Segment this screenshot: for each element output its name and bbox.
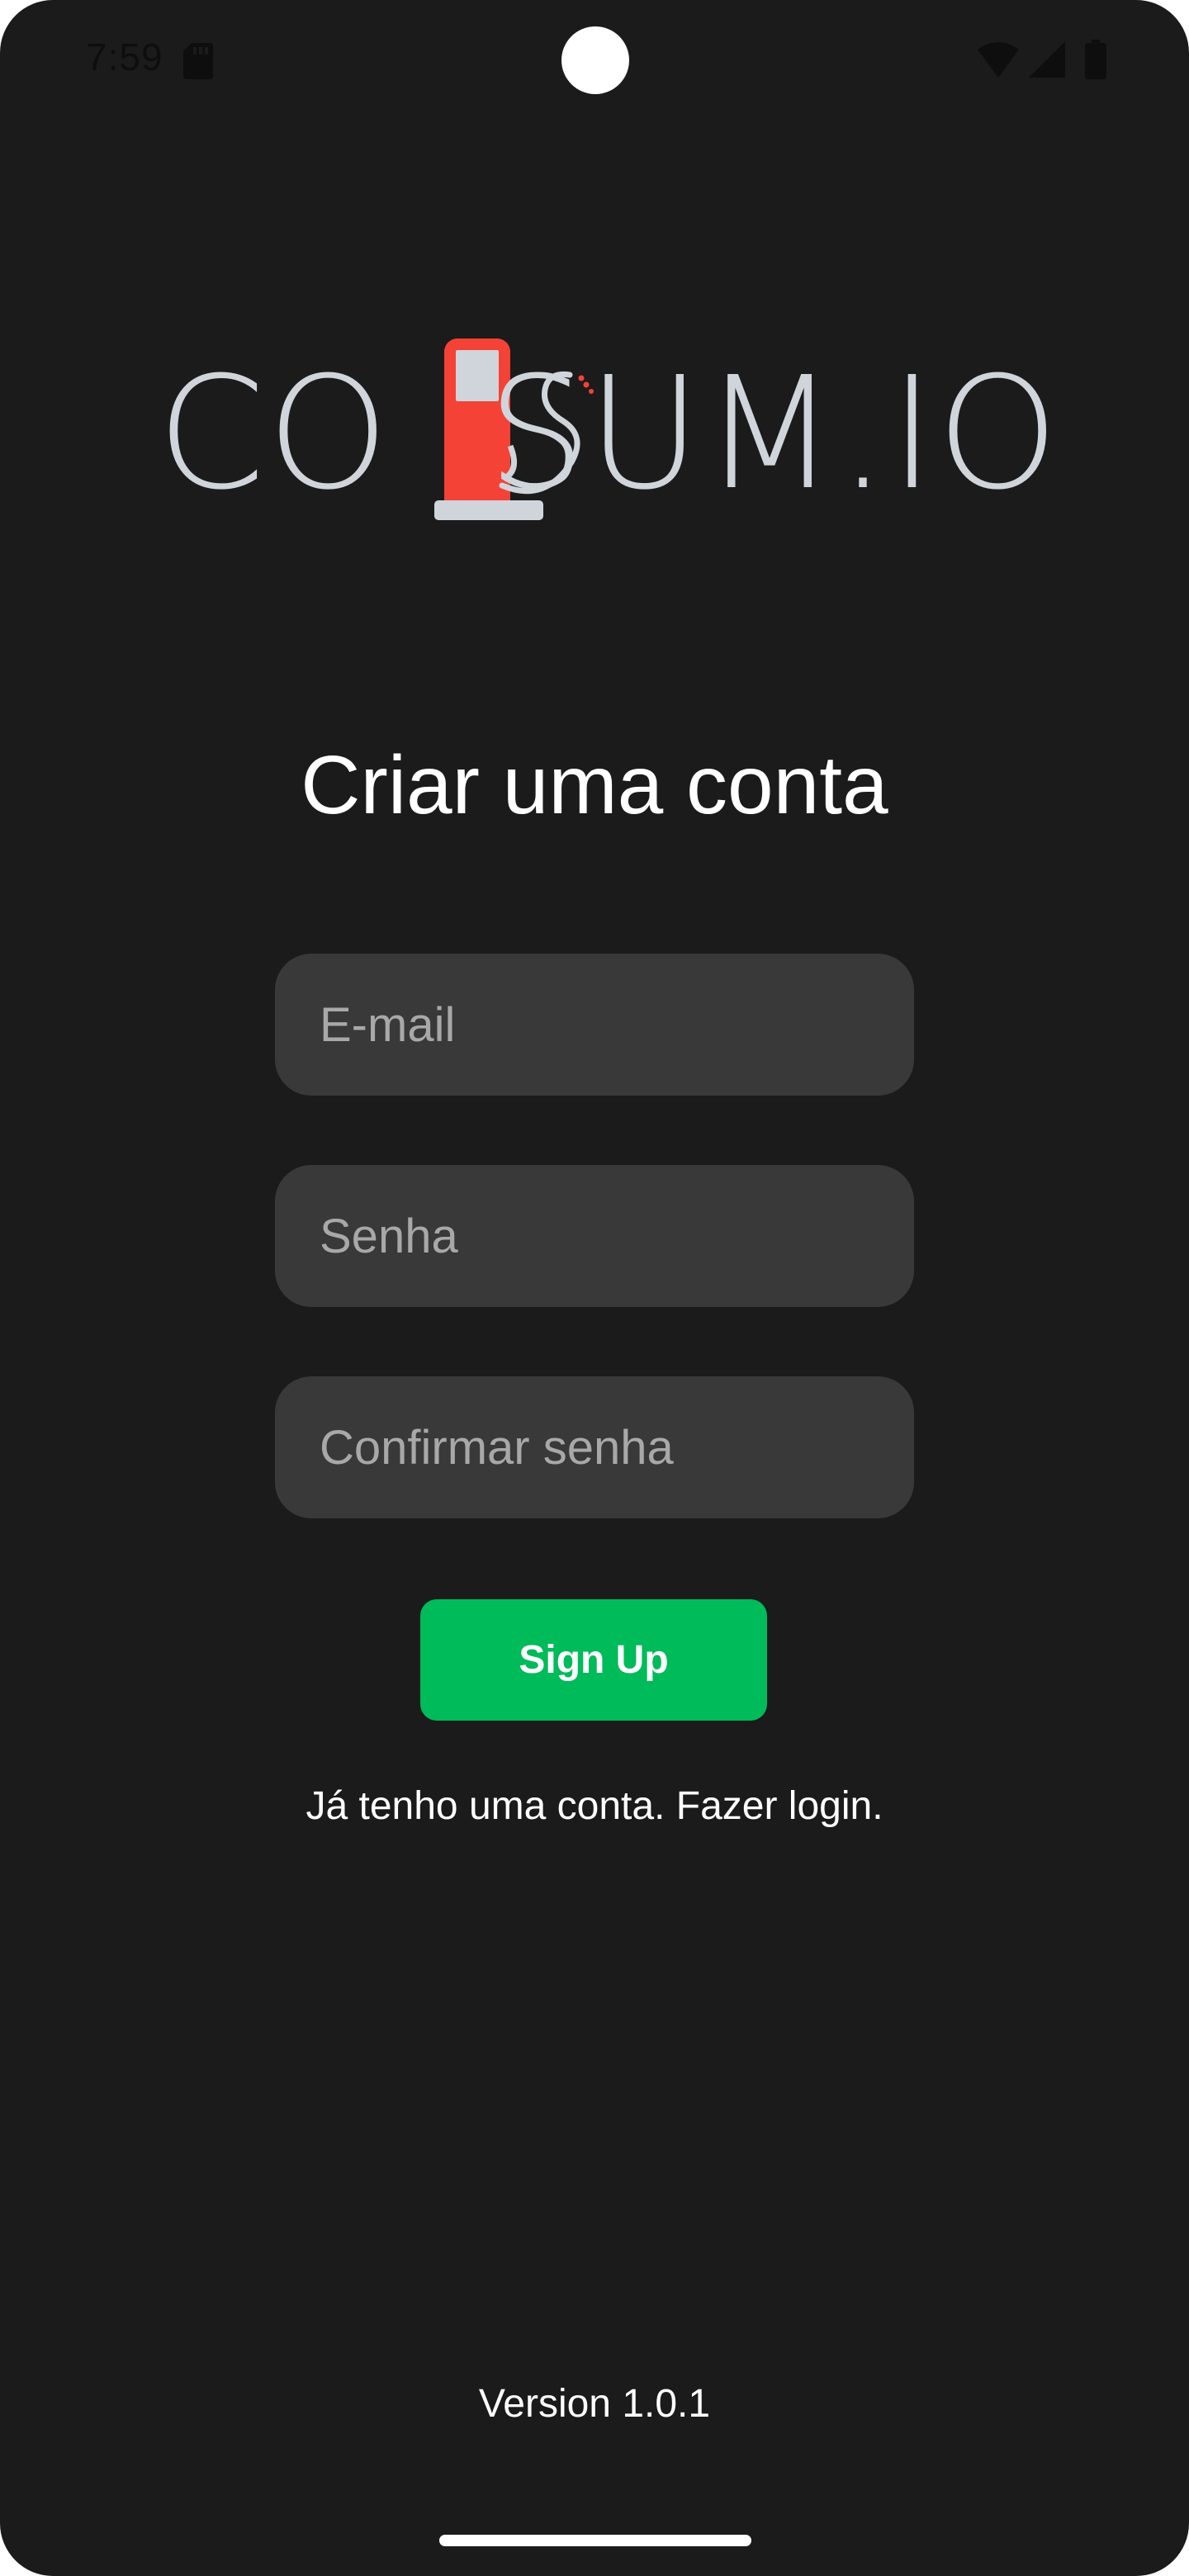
version-label: Version 1.0.1 (478, 2382, 711, 2426)
logo-text-right: SUM.IO (487, 343, 1061, 524)
status-time: 7:59 (86, 36, 163, 78)
app-screen: 7:59 CO SUM.IO Criar uma conta E-mail Si… (0, 0, 1189, 2576)
email-field[interactable] (275, 954, 914, 1096)
sign-up-button[interactable]: Sign Up (420, 1599, 767, 1721)
password-field[interactable] (275, 1165, 914, 1307)
login-link[interactable]: Já tenho uma conta. Fazer login. (0, 1783, 1189, 1830)
confirm-password-field[interactable] (275, 1376, 914, 1518)
home-indicator[interactable] (439, 2535, 751, 2546)
battery-icon (1085, 40, 1106, 79)
front-camera (561, 26, 629, 94)
wifi-icon (978, 42, 1019, 78)
page-title: Criar uma conta (301, 739, 888, 831)
signal-icon (1029, 41, 1065, 78)
app-logo: CO SUM.IO (157, 339, 1059, 528)
logo-text-left: CO (157, 343, 391, 524)
sd-card-icon (183, 43, 213, 79)
